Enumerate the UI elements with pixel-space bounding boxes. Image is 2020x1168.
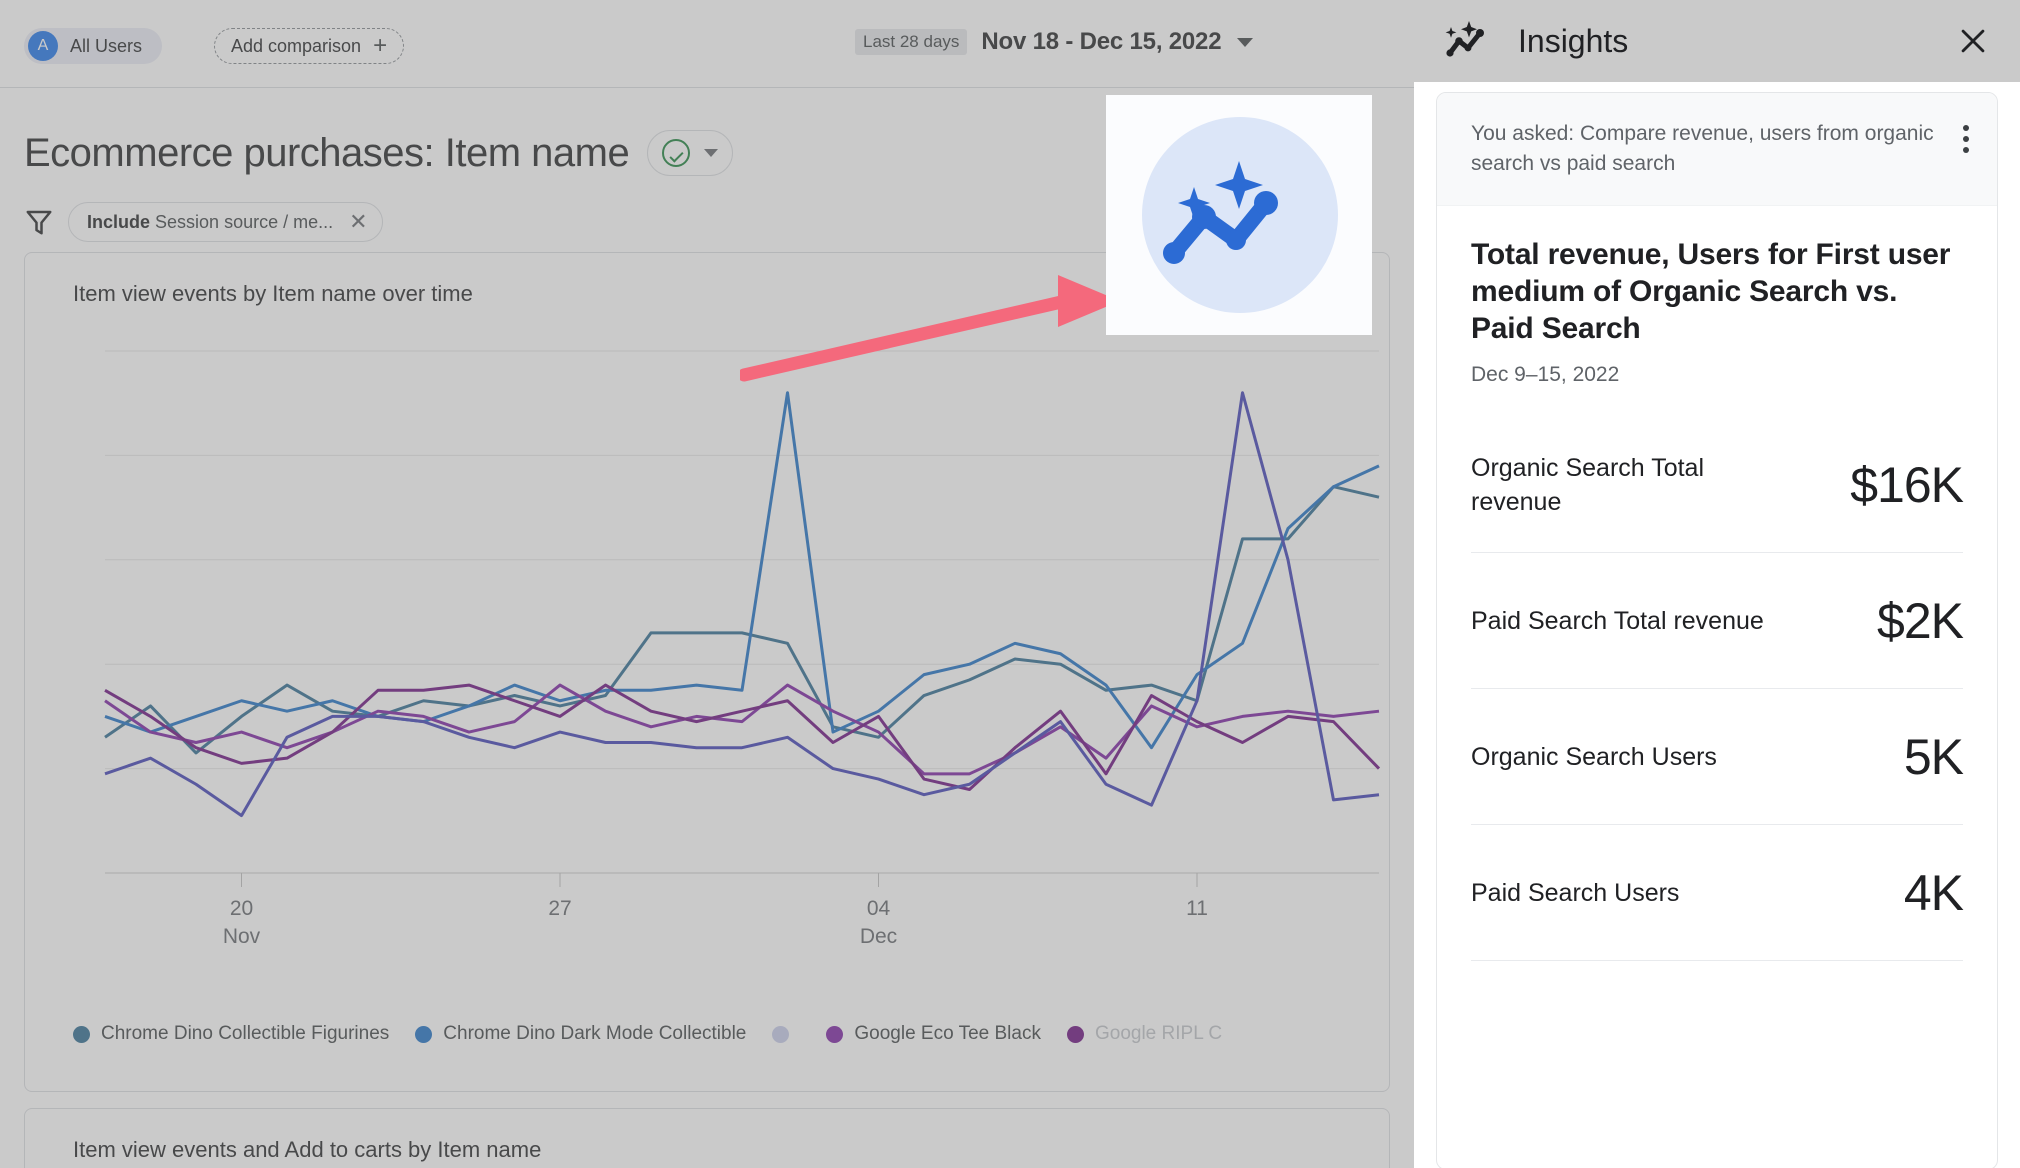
metric-label: Paid Search Users	[1471, 878, 1680, 907]
second-chart-card: Item view events and Add to carts by Ite…	[24, 1108, 1390, 1168]
insights-icon-callout[interactable]	[1106, 95, 1372, 335]
metric-row: Organic Search Total revenue $16K	[1471, 417, 1964, 554]
metric-value: 4K	[1903, 864, 1964, 921]
asked-question-bar: You asked: Compare revenue, users from o…	[1437, 93, 1997, 206]
plus-icon: +	[373, 32, 388, 59]
chart-series-line	[104, 485, 1380, 755]
metric-value: $16K	[1850, 456, 1964, 513]
legend-item[interactable]: Chrome Dino Collectible Figurines	[73, 1023, 389, 1045]
page-title-row: Ecommerce purchases: Item name	[24, 130, 734, 176]
date-range-preset: Last 28 days	[855, 29, 968, 55]
chart-x-tick-label: 20	[230, 897, 253, 920]
add-comparison-label: Add comparison	[231, 35, 362, 56]
insight-heading: Total revenue, Users for First user medi…	[1471, 237, 1951, 345]
filter-chip-text: Include Session source / me...	[87, 212, 333, 233]
top-bar: A All Users Add comparison + Last 28 day…	[0, 0, 1414, 88]
filter-chip-value: Session source / me...	[155, 211, 334, 232]
page-title: Ecommerce purchases: Item name	[24, 130, 630, 175]
date-range-picker[interactable]: Last 28 days Nov 18 - Dec 15, 2022	[855, 28, 1254, 56]
chart-legend: Chrome Dino Collectible Figurines Chrome …	[73, 1023, 1393, 1045]
chart-card-title: Item view events by Item name over time	[73, 281, 473, 306]
metric-value: $2K	[1877, 592, 1964, 649]
asked-question-text: You asked: Compare revenue, users from o…	[1471, 122, 1934, 175]
chevron-down-icon	[704, 149, 719, 157]
chart-series-line	[104, 391, 1380, 750]
chart-x-tick-sublabel: Nov	[223, 925, 261, 948]
insights-panel-title: Insights	[1518, 22, 1629, 59]
filter-chip-prefix: Include	[87, 211, 151, 232]
chart-card: Item view events by Item name over time …	[24, 252, 1390, 1092]
metric-row: Organic Search Users 5K	[1471, 689, 1964, 826]
legend-color-dot	[1066, 1025, 1084, 1043]
legend-color-dot	[772, 1025, 790, 1043]
insight-main: Total revenue, Users for First user medi…	[1437, 206, 1997, 962]
metric-value: 5K	[1903, 728, 1964, 785]
metric-label: Paid Search Total revenue	[1471, 606, 1764, 635]
filter-chip-session-source[interactable]: Include Session source / me... ✕	[68, 202, 383, 242]
audience-label: All Users	[70, 35, 143, 56]
insight-card: You asked: Compare revenue, users from o…	[1436, 92, 1998, 1168]
chart-x-tick-label: 27	[548, 897, 571, 920]
add-comparison-button[interactable]: Add comparison +	[214, 28, 405, 64]
date-range-value: Nov 18 - Dec 15, 2022	[981, 28, 1222, 55]
metric-row: Paid Search Total revenue $2K	[1471, 553, 1964, 690]
legend-item[interactable]: Google RIPL C	[1066, 1023, 1223, 1045]
legend-item[interactable]	[772, 1025, 800, 1043]
line-chart[interactable]: 20 Nov 27 04 Dec 11	[25, 323, 1391, 973]
more-vertical-icon[interactable]	[1963, 119, 1969, 153]
insights-panel: Insights You asked: Compare revenue, use…	[1414, 0, 2020, 1168]
insights-sparkline-icon	[1445, 21, 1484, 57]
legend-label: Google RIPL C	[1094, 1023, 1223, 1044]
metric-row: Paid Search Users 4K	[1471, 825, 1964, 962]
legend-item[interactable]: Google Eco Tee Black	[826, 1023, 1041, 1045]
avatar: A	[28, 31, 58, 61]
line-chart-svg: 20 Nov 27 04 Dec 11	[104, 350, 1381, 948]
close-icon[interactable]	[1954, 22, 1992, 60]
legend-label: Google Eco Tee Black	[854, 1023, 1041, 1044]
chart-x-tick-label: 04	[867, 897, 891, 920]
metric-label: Organic Search Total revenue	[1471, 453, 1704, 516]
insights-panel-body: You asked: Compare revenue, users from o…	[1414, 82, 2020, 1168]
chart-series-line	[104, 683, 1381, 791]
metric-label: Organic Search Users	[1471, 742, 1717, 771]
legend-item[interactable]: Chrome Dino Dark Mode Collectible	[415, 1023, 746, 1045]
close-icon[interactable]: ✕	[349, 211, 367, 233]
metric-list: Organic Search Total revenue $16K Paid Sea…	[1471, 417, 1964, 962]
audience-chip-all-users[interactable]: A All Users	[24, 28, 163, 64]
check-circle-icon	[662, 139, 691, 167]
legend-color-dot	[73, 1025, 90, 1043]
chevron-down-icon	[1237, 37, 1254, 47]
legend-color-dot	[826, 1025, 844, 1043]
insight-date-range: Dec 9–15, 2022	[1471, 363, 1620, 387]
insights-panel-header: Insights	[1414, 0, 2020, 82]
legend-color-dot	[415, 1025, 433, 1043]
insights-sparkline-icon	[1163, 161, 1278, 264]
chart-x-tick-sublabel: Dec	[860, 925, 897, 948]
report-status-dropdown[interactable]	[647, 130, 734, 176]
legend-label: Chrome Dino Dark Mode Collectible	[443, 1023, 747, 1044]
legend-label: Chrome Dino Collectible Figurines	[101, 1023, 390, 1044]
second-chart-card-title: Item view events and Add to carts by Ite…	[73, 1137, 542, 1162]
filter-funnel-icon	[24, 207, 54, 237]
annotation-arrow	[740, 275, 1120, 382]
filter-row: Include Session source / me... ✕	[24, 202, 383, 242]
chart-x-tick-label: 11	[1186, 897, 1208, 920]
